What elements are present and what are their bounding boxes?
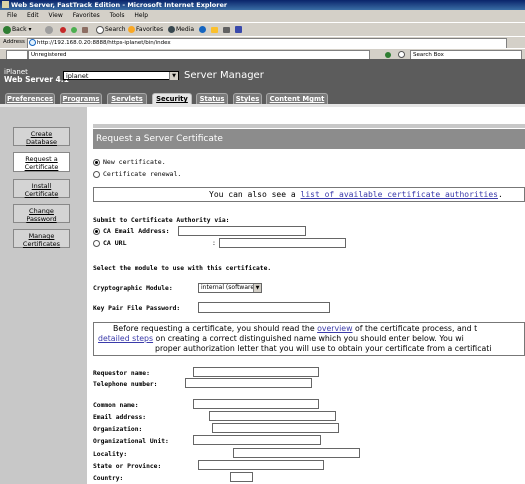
chevron-down-icon: ▼ bbox=[169, 72, 178, 80]
brand: iPlanet Web Server 4.1 bbox=[4, 68, 69, 84]
tab-status[interactable]: Status bbox=[196, 93, 228, 104]
edit-icon bbox=[235, 26, 242, 33]
search-icon bbox=[96, 25, 104, 34]
option-ca-email[interactable]: CA Email Address: bbox=[93, 227, 170, 235]
module-heading: Select the module to use with this certi… bbox=[93, 265, 272, 272]
menu-favorites[interactable]: Favorites bbox=[73, 12, 100, 19]
ca-url-colon: : bbox=[212, 239, 216, 247]
nav-manage-certificates[interactable]: Manage Certificates bbox=[13, 229, 70, 248]
nav-install-certificate[interactable]: Install Certificate bbox=[13, 179, 70, 198]
print-button[interactable] bbox=[223, 23, 231, 36]
home-button[interactable] bbox=[82, 23, 89, 36]
stop-icon bbox=[60, 26, 66, 33]
edit-button[interactable] bbox=[235, 23, 243, 36]
back-button[interactable]: Back ▾ bbox=[3, 23, 32, 36]
organization-input[interactable] bbox=[212, 423, 339, 433]
state-input[interactable] bbox=[198, 460, 324, 470]
keypair-password-input[interactable] bbox=[198, 302, 330, 313]
menu-help[interactable]: Help bbox=[134, 12, 148, 19]
server-select[interactable]: iplanet ▼ bbox=[63, 71, 179, 80]
star-icon bbox=[128, 26, 135, 33]
tab-preferences[interactable]: Preferences bbox=[5, 93, 55, 104]
stop-button[interactable] bbox=[60, 23, 67, 36]
history-button[interactable] bbox=[199, 23, 207, 36]
radio-renewal[interactable] bbox=[93, 170, 100, 178]
home-icon bbox=[82, 26, 88, 33]
organization-label: Organization: bbox=[93, 426, 143, 433]
email-label: Email address: bbox=[93, 414, 147, 421]
locality-label: Locality: bbox=[93, 451, 128, 458]
radio-ca-email[interactable] bbox=[93, 227, 100, 235]
ie-icon bbox=[2, 1, 9, 8]
tab-styles[interactable]: Styles bbox=[233, 93, 262, 104]
nav-change-password[interactable]: Change Password bbox=[13, 204, 70, 223]
crypto-module-select[interactable]: internal (software) ▼ bbox=[198, 283, 262, 293]
country-label: Country: bbox=[93, 475, 124, 482]
forward-arrow-icon bbox=[45, 25, 53, 34]
nav-request-certificate[interactable]: Request a Certificate bbox=[13, 152, 70, 172]
menu-bar: File Edit View Favorites Tools Help bbox=[0, 10, 525, 22]
telephone-label: Telephone number: bbox=[93, 381, 158, 388]
ca-list-link[interactable]: list of available certificate authoritie… bbox=[301, 190, 498, 199]
ca-info-box: You can also see a list of available cer… bbox=[93, 187, 525, 202]
menu-edit[interactable]: Edit bbox=[27, 12, 39, 19]
nav-create-database[interactable]: Create Database bbox=[13, 127, 70, 146]
page-icon bbox=[29, 39, 36, 46]
window-titlebar: Web Server, FastTrack Edition - Microsof… bbox=[0, 0, 525, 10]
media-button[interactable]: Media bbox=[168, 23, 194, 36]
country-input[interactable] bbox=[230, 472, 253, 482]
locality-input[interactable] bbox=[233, 448, 360, 458]
app-title: Server Manager bbox=[184, 70, 264, 81]
common-name-label: Common name: bbox=[93, 402, 139, 409]
media-icon bbox=[168, 26, 175, 33]
history-icon bbox=[199, 26, 206, 33]
common-name-input[interactable] bbox=[193, 399, 319, 409]
tab-servlets[interactable]: Servlets bbox=[107, 93, 147, 104]
ca-email-input[interactable] bbox=[178, 226, 306, 236]
menu-file[interactable]: File bbox=[7, 12, 17, 19]
requestor-input[interactable] bbox=[193, 367, 319, 377]
print-icon bbox=[223, 26, 230, 33]
search-button[interactable]: Search bbox=[96, 23, 126, 36]
crypto-module-label: Cryptographic Module: bbox=[93, 285, 173, 292]
mail-button[interactable] bbox=[211, 23, 219, 36]
detailed-steps-link[interactable]: detailed steps bbox=[98, 334, 153, 343]
refresh-button[interactable] bbox=[71, 23, 78, 36]
window-title: Web Server, FastTrack Edition - Microsof… bbox=[11, 1, 228, 9]
option-ca-url[interactable]: CA URL bbox=[93, 239, 126, 247]
mail-icon bbox=[211, 26, 218, 33]
overview-link[interactable]: overview bbox=[317, 324, 352, 333]
telephone-input[interactable] bbox=[185, 378, 312, 388]
option-certificate-renewal[interactable]: Certificate renewal. bbox=[93, 170, 181, 178]
favorites-button[interactable]: Favorites bbox=[128, 23, 163, 36]
email-input[interactable] bbox=[209, 411, 336, 421]
keypair-password-label: Key Pair File Password: bbox=[93, 305, 181, 312]
state-label: State or Province: bbox=[93, 463, 162, 470]
page-title: Request a Server Certificate bbox=[93, 129, 525, 149]
back-arrow-icon bbox=[3, 25, 11, 34]
radio-new[interactable] bbox=[93, 158, 100, 166]
tab-content-mgmt[interactable]: Content Mgmt bbox=[266, 93, 328, 104]
refresh-icon bbox=[71, 26, 77, 33]
submit-heading: Submit to Certificate Authority via: bbox=[93, 217, 230, 224]
browser-toolbar: Back ▾ Search Favorites Media bbox=[0, 22, 525, 37]
ca-url-input[interactable] bbox=[219, 238, 346, 248]
org-unit-input[interactable] bbox=[193, 435, 321, 445]
brand-product: Web Server 4.1 bbox=[4, 75, 69, 84]
menu-tools[interactable]: Tools bbox=[110, 12, 125, 19]
certificate-note: Before requesting a certificate, you sho… bbox=[93, 322, 525, 356]
org-unit-label: Organizational Unit: bbox=[93, 438, 169, 445]
forward-button[interactable] bbox=[45, 23, 54, 36]
radio-ca-url[interactable] bbox=[93, 239, 100, 247]
chevron-down-icon: ▼ bbox=[253, 284, 261, 292]
tab-programs[interactable]: Programs bbox=[60, 93, 102, 104]
menu-view[interactable]: View bbox=[49, 12, 63, 19]
title-stripe bbox=[93, 124, 525, 128]
address-label: Address bbox=[3, 39, 25, 45]
option-new-certificate[interactable]: New certificate. bbox=[93, 158, 166, 166]
requestor-label: Requestor name: bbox=[93, 370, 150, 377]
tab-security[interactable]: Security bbox=[152, 93, 192, 104]
